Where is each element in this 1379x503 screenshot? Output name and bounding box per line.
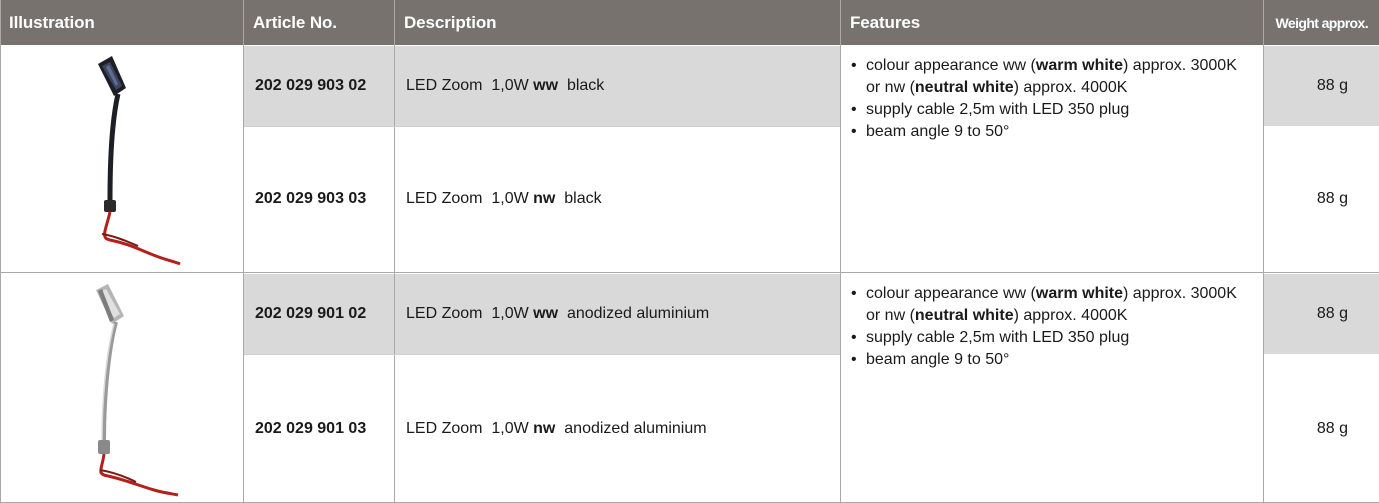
description-cell: LED Zoom 1,0W ww anodized aluminium — [395, 274, 840, 354]
color-code: nw — [533, 190, 556, 207]
product-table: Illustration Article No. Description Fea… — [0, 0, 1379, 503]
feature-item: beam angle 9 to 50° — [851, 121, 1237, 143]
description-text: LED Zoom 1,0W — [406, 305, 534, 322]
color-code: nw — [533, 419, 556, 437]
description-cell: LED Zoom 1,0W nw black — [395, 126, 840, 272]
color-code: ww — [533, 305, 559, 322]
features-cell: colour appearance ww (warm white) approx… — [841, 274, 1263, 503]
feature-item: beam angle 9 to 50° — [851, 349, 1237, 371]
header-weight: Weight approx. — [1264, 0, 1379, 45]
lamp-head — [98, 56, 126, 96]
header-illustration: Illustration — [0, 0, 243, 45]
divider — [243, 0, 244, 503]
divider — [840, 0, 841, 503]
divider — [244, 126, 840, 127]
features-list: colour appearance ww (warm white) approx… — [851, 55, 1237, 143]
divider — [1263, 0, 1264, 503]
feature-item-continued: or nw (neutral white) approx. 4000K — [866, 307, 1128, 324]
article-number: 202 029 901 03 — [255, 419, 367, 437]
finish-text: black — [555, 190, 602, 207]
lamp-clip — [104, 200, 116, 212]
features-cell: colour appearance ww (warm white) approx… — [841, 46, 1263, 272]
header-article-no: Article No. — [244, 0, 394, 45]
divider — [0, 0, 1, 503]
weight-value: 88 g — [1264, 46, 1379, 126]
lamp-black-illustration — [98, 56, 181, 266]
description-text: LED Zoom 1,0W — [406, 419, 534, 437]
description-text: LED Zoom 1,0W — [406, 190, 534, 207]
lamp-aluminium-illustration — [96, 284, 179, 497]
lamp-head — [96, 284, 124, 324]
lamp-cable — [99, 453, 179, 497]
header-features: Features — [841, 0, 1263, 45]
lamp-stem — [107, 93, 121, 201]
description-text: LED Zoom 1,0W — [406, 77, 534, 94]
description-cell: LED Zoom 1,0W ww black — [395, 46, 840, 126]
color-code: ww — [533, 77, 559, 94]
weight-value: 88 g — [1264, 274, 1379, 354]
lamp-clip — [98, 440, 110, 454]
header-description: Description — [395, 0, 840, 45]
feature-item-continued: or nw (neutral white) approx. 4000K — [866, 79, 1128, 96]
article-number: 202 029 901 02 — [244, 274, 394, 354]
divider — [0, 272, 1379, 273]
divider — [394, 0, 395, 503]
feature-item: supply cable 2,5m with LED 350 plug — [851, 99, 1237, 121]
divider — [244, 354, 840, 355]
article-number: 202 029 903 03 — [255, 190, 367, 207]
weight-value: 88 g — [1316, 419, 1348, 437]
features-list: colour appearance ww (warm white) approx… — [851, 283, 1237, 371]
weight-value: 88 g — [1316, 190, 1348, 207]
finish-text: anodized aluminium — [558, 305, 710, 322]
feature-item: supply cable 2,5m with LED 350 plug — [851, 327, 1237, 349]
article-number: 202 029 903 02 — [244, 46, 394, 126]
feature-item: colour appearance ww (warm white) approx… — [851, 55, 1237, 77]
finish-text: anodized aluminium — [555, 419, 707, 437]
finish-text: black — [558, 77, 605, 94]
feature-item: colour appearance ww (warm white) approx… — [851, 283, 1237, 305]
description-cell: LED Zoom 1,0W nw anodized aluminium — [395, 354, 840, 503]
